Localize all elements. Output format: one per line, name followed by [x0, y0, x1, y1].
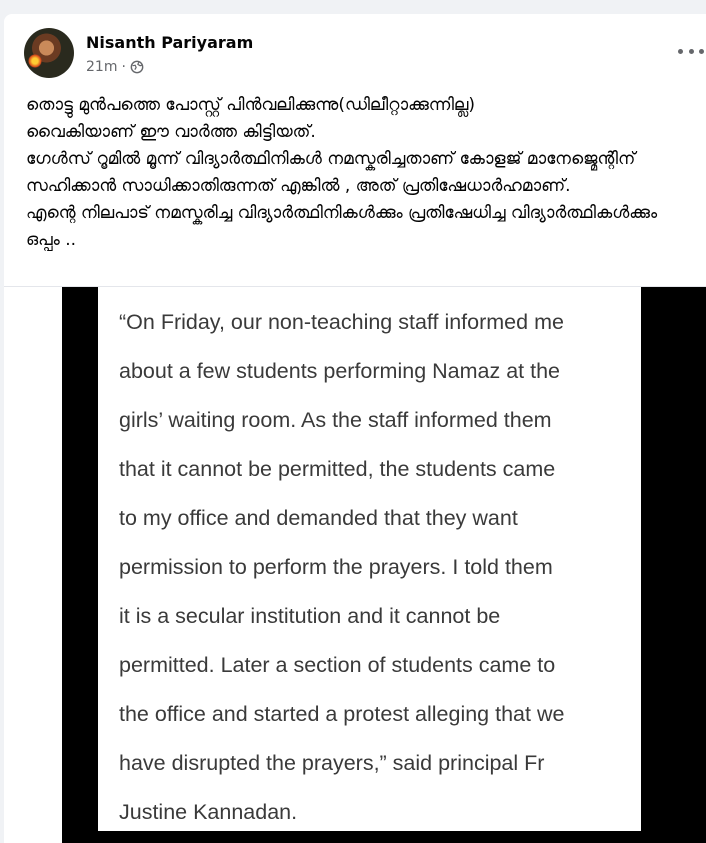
quote-card: “On Friday, our non-teaching staff infor… [98, 287, 641, 831]
author-name[interactable]: Nisanth Pariyaram [86, 33, 253, 52]
post-image[interactable]: “On Friday, our non-teaching staff infor… [62, 287, 706, 843]
more-options-icon[interactable] [678, 44, 704, 58]
meta-separator: · [121, 59, 126, 75]
globe-icon[interactable] [130, 60, 144, 74]
post-header: Nisanth Pariyaram 21m · [4, 14, 706, 84]
avatar[interactable] [24, 28, 74, 78]
avatar-photo-detail [28, 54, 42, 68]
more-dot [699, 48, 704, 54]
quote-text: “On Friday, our non-teaching staff infor… [119, 310, 565, 824]
more-dot [678, 48, 683, 54]
post-card: Nisanth Pariyaram 21m · തൊട്ടു മുൻപത്തെ … [4, 14, 706, 843]
post-text: തൊട്ടു മുൻപത്തെ പോസ്റ്റ് പിൻവലിക്കുന്നു(… [26, 95, 658, 250]
post-meta: 21m · [86, 59, 144, 75]
more-dot [688, 48, 694, 54]
post-time[interactable]: 21m [86, 59, 117, 75]
